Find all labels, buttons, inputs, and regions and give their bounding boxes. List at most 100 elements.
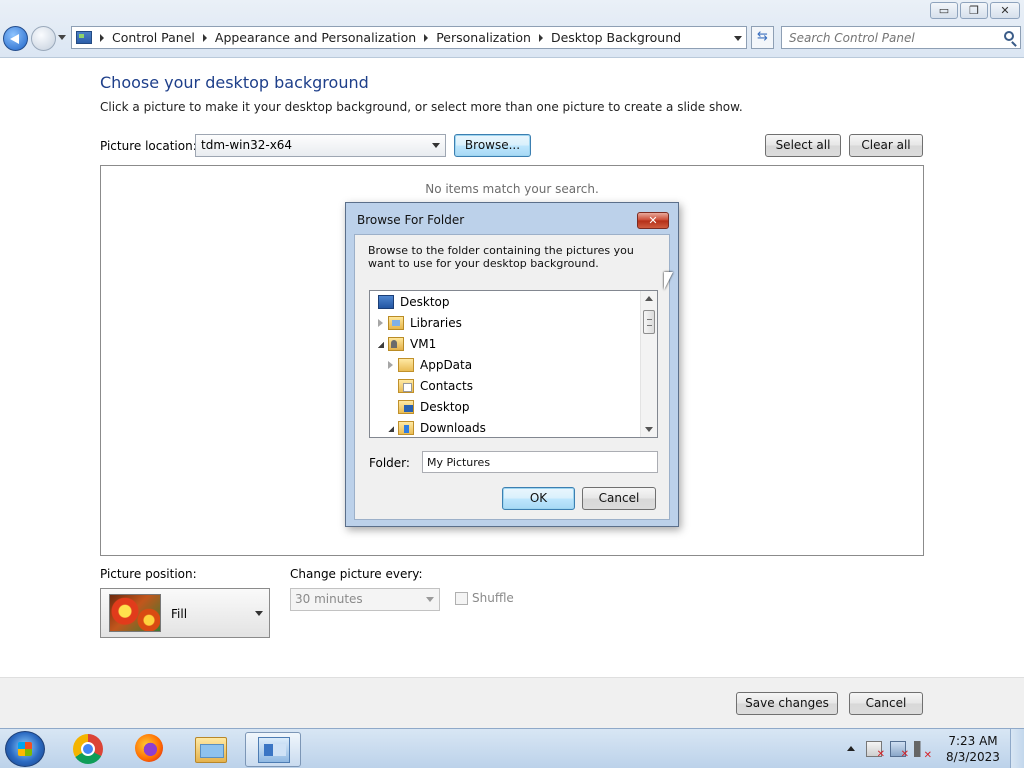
title-bar: ▭ ❐ ✕ Control Panel Appearance and Perso… (0, 0, 1024, 58)
dialog-instructions: Browse to the folder containing the pict… (368, 244, 634, 270)
change-picture-value: 30 minutes (295, 592, 363, 606)
tree-item-label: AppData (420, 358, 473, 372)
folder-icon (398, 358, 414, 372)
breadcrumb-personalization[interactable]: Personalization (436, 30, 531, 45)
picture-position-select[interactable]: Fill (100, 588, 270, 638)
recent-pages-dropdown[interactable] (58, 35, 66, 40)
search-box[interactable] (781, 26, 1021, 49)
expand-icon[interactable] (388, 361, 393, 369)
tree-item-downloads[interactable]: Downloads (388, 418, 486, 437)
close-icon: ✕ (1000, 4, 1010, 17)
fill-preview-image (109, 594, 161, 632)
forward-button[interactable] (31, 26, 56, 51)
show-hidden-icons-icon[interactable] (847, 746, 855, 751)
action-center-icon[interactable] (866, 741, 885, 760)
close-window-button[interactable]: ✕ (990, 2, 1020, 19)
mouse-cursor-icon (664, 272, 673, 290)
breadcrumb-control-panel[interactable]: Control Panel (112, 30, 195, 45)
change-picture-label: Change picture every: (290, 567, 423, 581)
tree-item-vm1[interactable]: VM1 (378, 334, 436, 354)
chevron-down-icon (426, 597, 434, 602)
downloads-folder-icon (398, 421, 414, 435)
minimize-icon: ▭ (938, 4, 950, 17)
tree-item-desktop[interactable]: Desktop (378, 292, 450, 312)
tree-item-label: Libraries (410, 316, 462, 330)
picture-position-label: Picture position: (100, 567, 197, 581)
back-button[interactable] (3, 26, 28, 51)
change-picture-select[interactable]: 30 minutes (290, 588, 440, 611)
search-icon[interactable] (1004, 31, 1014, 41)
restore-icon: ❐ (969, 4, 979, 17)
restore-button[interactable]: ❐ (960, 2, 988, 19)
tree-item-appdata[interactable]: AppData (388, 355, 472, 375)
dialog-body: Browse to the folder containing the pict… (354, 234, 670, 520)
page-description: Click a picture to make it your desktop … (100, 100, 743, 114)
taskbar-firefox[interactable] (121, 732, 177, 767)
desktop-icon (378, 295, 394, 309)
scroll-thumb[interactable] (643, 310, 655, 334)
folder-field[interactable] (422, 451, 658, 473)
minimize-button[interactable]: ▭ (930, 2, 958, 19)
tree-item-libraries[interactable]: Libraries (378, 313, 462, 333)
file-explorer-icon (195, 737, 227, 763)
taskbar-control-panel[interactable] (245, 732, 301, 767)
tree-item-contacts[interactable]: Contacts (388, 376, 473, 396)
save-changes-button[interactable]: Save changes (736, 692, 838, 715)
browse-button[interactable]: Browse... (454, 134, 531, 157)
collapse-icon[interactable] (388, 426, 394, 432)
folder-tree[interactable]: Desktop Libraries VM1 AppData Contacts D… (369, 290, 658, 438)
dialog-cancel-button[interactable]: Cancel (582, 487, 656, 510)
search-input[interactable] (782, 27, 992, 48)
tree-scrollbar[interactable] (640, 291, 657, 437)
control-panel-icon (76, 31, 92, 44)
expand-icon[interactable] (378, 319, 383, 327)
address-bar[interactable]: Control Panel Appearance and Personaliza… (71, 26, 747, 49)
libraries-icon (388, 316, 404, 330)
taskbar: 7:23 AM 8/3/2023 (0, 728, 1024, 768)
start-button[interactable] (5, 731, 45, 767)
picture-location-value: tdm-win32-x64 (201, 138, 293, 152)
picture-position-value: Fill (171, 607, 188, 621)
clear-all-button[interactable]: Clear all (849, 134, 923, 157)
ok-button[interactable]: OK (502, 487, 575, 510)
breadcrumb-separator[interactable] (100, 33, 104, 42)
tree-item-label: VM1 (410, 337, 437, 351)
contacts-folder-icon (398, 379, 414, 393)
breadcrumb-separator[interactable] (538, 33, 543, 42)
cancel-button[interactable]: Cancel (849, 692, 923, 715)
shuffle-checkbox[interactable] (455, 592, 468, 605)
chevron-down-icon (432, 143, 440, 148)
chevron-down-icon (255, 611, 263, 616)
control-panel-icon (258, 737, 290, 763)
browse-for-folder-dialog: Browse For Folder ✕ Browse to the folder… (345, 202, 679, 527)
clock[interactable]: 7:23 AM 8/3/2023 (944, 733, 1002, 765)
network-icon[interactable] (890, 741, 909, 760)
scroll-down-icon[interactable] (645, 427, 653, 432)
taskbar-explorer[interactable] (183, 732, 239, 767)
volume-icon[interactable] (914, 741, 932, 761)
refresh-button[interactable]: ⇆ (751, 26, 774, 49)
address-dropdown-arrow[interactable] (734, 36, 742, 41)
clock-time: 7:23 AM (948, 734, 998, 748)
collapse-icon[interactable] (378, 342, 384, 348)
folder-label: Folder: (369, 456, 410, 470)
no-items-message: No items match your search. (425, 182, 599, 196)
breadcrumb-separator[interactable] (424, 33, 429, 42)
show-desktop-button[interactable] (1010, 729, 1024, 768)
tree-item-user-desktop[interactable]: Desktop (388, 397, 470, 417)
tree-item-label: Contacts (420, 379, 473, 393)
breadcrumb-separator[interactable] (202, 33, 207, 42)
shuffle-label: Shuffle (472, 591, 514, 605)
breadcrumb-appearance[interactable]: Appearance and Personalization (215, 30, 416, 45)
dialog-close-button[interactable]: ✕ (637, 212, 669, 229)
clock-date: 8/3/2023 (946, 750, 1000, 764)
breadcrumb-desktop-background[interactable]: Desktop Background (551, 30, 681, 45)
picture-location-select[interactable]: tdm-win32-x64 (195, 134, 446, 157)
tree-item-label: Desktop (420, 400, 470, 414)
scroll-up-icon[interactable] (645, 296, 653, 301)
firefox-icon (135, 734, 163, 762)
taskbar-chrome[interactable] (60, 732, 116, 767)
page-title: Choose your desktop background (100, 73, 369, 92)
tree-item-label: Downloads (420, 421, 486, 435)
select-all-button[interactable]: Select all (765, 134, 841, 157)
